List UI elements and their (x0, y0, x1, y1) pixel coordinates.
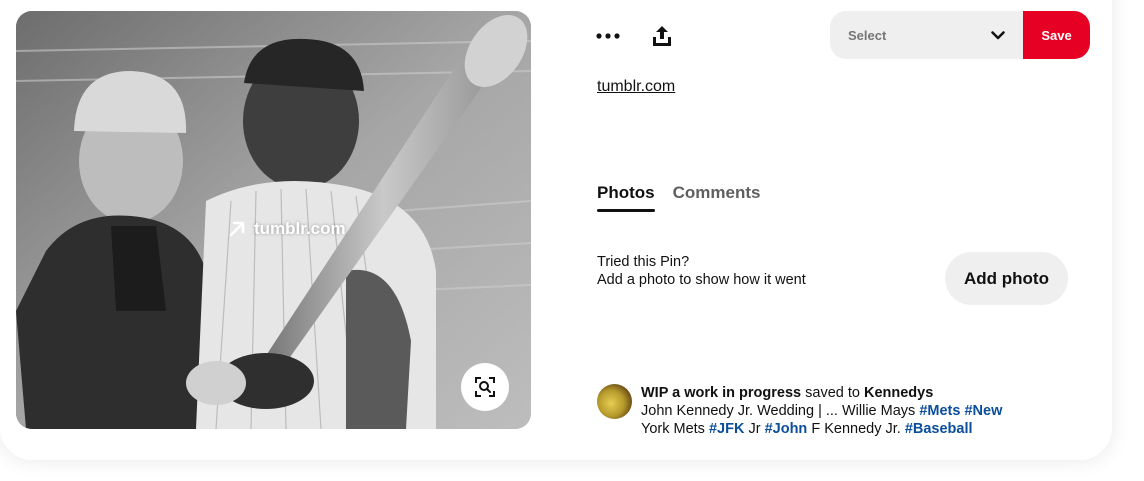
pin-description-part: F Kennedy Jr. (811, 421, 901, 437)
more-dots-icon (596, 33, 620, 39)
overlay-link-label: tumblr.com (254, 219, 346, 238)
pin-tabs: Photos Comments (597, 183, 760, 212)
chevron-down-icon (991, 30, 1005, 39)
pin-toolbar (592, 20, 678, 52)
hashtag-link[interactable]: #John (765, 421, 808, 437)
saved-to-text: saved to (805, 385, 860, 401)
tried-pin-prompt: Tried this Pin? Add a photo to show how … (597, 253, 806, 289)
pin-image[interactable]: tumblr.com (16, 11, 531, 429)
hashtag-link[interactable]: #JFK (709, 421, 744, 437)
hashtag-link[interactable]: #Baseball (905, 421, 973, 437)
saved-by-row: WIP a work in progress saved to Kennedys… (597, 384, 1051, 438)
saver-name[interactable]: WIP a work in progress (641, 385, 801, 401)
share-button[interactable] (646, 20, 678, 52)
board-select-label: Select (848, 27, 887, 43)
tried-pin-heading: Tried this Pin? (597, 254, 690, 270)
more-options-button[interactable] (592, 20, 624, 52)
add-photo-button[interactable]: Add photo (945, 252, 1068, 305)
tried-pin-subtext: Add a photo to show how it went (597, 272, 806, 288)
save-button[interactable]: Save (1023, 11, 1090, 59)
pin-description-part: John Kennedy Jr. Wedding | ... Willie Ma… (641, 403, 916, 419)
arrow-up-right-icon (229, 221, 245, 237)
hashtag-link[interactable]: #New (964, 403, 1002, 419)
visual-search-button[interactable] (461, 363, 509, 411)
source-link[interactable]: tumblr.com (597, 78, 675, 96)
board-select-dropdown[interactable]: Select (830, 11, 1023, 59)
tab-comments[interactable]: Comments (673, 183, 761, 212)
share-upload-icon (653, 26, 671, 46)
visual-search-icon (475, 377, 495, 397)
pin-description-part: York Mets (641, 421, 705, 437)
saved-by-description: WIP a work in progress saved to Kennedys… (641, 384, 1051, 438)
board-name[interactable]: Kennedys (864, 385, 933, 401)
image-source-overlay-link[interactable]: tumblr.com (228, 219, 346, 239)
hashtag-link[interactable]: #Mets (919, 403, 960, 419)
pin-description-part: Jr (748, 421, 761, 437)
avatar[interactable] (597, 384, 632, 419)
tab-photos[interactable]: Photos (597, 183, 655, 212)
